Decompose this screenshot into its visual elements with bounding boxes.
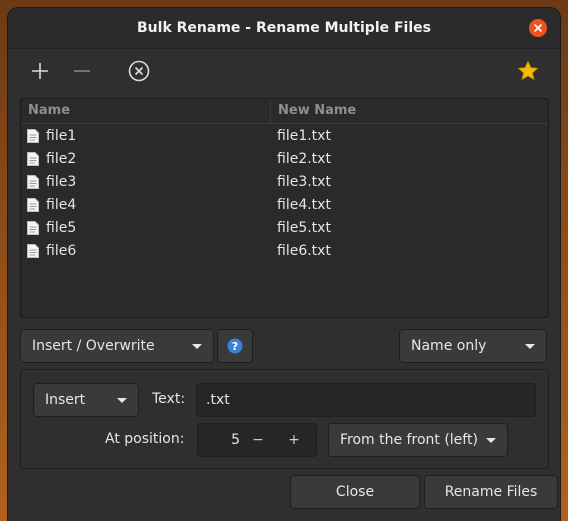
position-value[interactable]: 5	[198, 432, 240, 448]
new-name-cell: file6.txt	[277, 242, 331, 259]
scope-select-value: Name only	[411, 338, 487, 354]
favorite-button[interactable]	[514, 57, 542, 85]
file-name-cell: file1	[21, 128, 271, 144]
text-file-icon	[27, 197, 39, 212]
list-header: Name New Name	[21, 99, 548, 124]
file-name: file3	[46, 173, 77, 190]
rename-files-button-label: Rename Files	[444, 484, 538, 500]
chevron-down-icon	[525, 343, 535, 349]
text-file-icon	[27, 174, 39, 189]
file-list[interactable]: Name New Name file1 file1.txt file2 file2.t…	[20, 98, 549, 318]
chevron-down-icon	[192, 343, 202, 349]
decrement-button[interactable]: −	[240, 432, 276, 448]
position-label: At position:	[105, 431, 185, 447]
action-select-value: Insert	[45, 392, 86, 408]
table-row[interactable]: file2 file2.txt	[21, 147, 548, 170]
chevron-down-icon	[117, 397, 127, 403]
file-name-cell: file5	[21, 220, 271, 236]
table-row[interactable]: file1 file1.txt	[21, 124, 548, 147]
scope-select[interactable]: Name only	[399, 329, 547, 363]
close-window-button[interactable]	[529, 19, 547, 37]
toolbar	[8, 49, 560, 93]
column-header-new-name[interactable]: New Name	[271, 99, 356, 123]
close-button[interactable]: Close	[290, 475, 420, 509]
text-input-value: .txt	[206, 392, 230, 408]
clear-list-button[interactable]	[125, 57, 153, 85]
help-icon: ?	[227, 338, 243, 354]
file-name: file1	[46, 127, 77, 144]
new-name-cell: file4.txt	[277, 196, 331, 213]
new-name-cell: file3.txt	[277, 173, 331, 190]
table-row[interactable]: file6 file6.txt	[21, 239, 548, 262]
new-name-cell: file5.txt	[277, 219, 331, 236]
close-icon	[534, 24, 542, 32]
help-button[interactable]: ?	[217, 329, 253, 363]
rename-files-button[interactable]: Rename Files	[424, 475, 558, 509]
file-name: file6	[46, 242, 77, 259]
action-select[interactable]: Insert	[33, 383, 139, 417]
mode-select-value: Insert / Overwrite	[32, 338, 155, 354]
mode-select[interactable]: Insert / Overwrite	[20, 329, 214, 363]
increment-button[interactable]: +	[276, 432, 312, 448]
direction-select-value: From the front (left)	[340, 432, 478, 448]
text-file-icon	[27, 243, 39, 258]
title-bar: Bulk Rename - Rename Multiple Files	[8, 8, 560, 49]
add-files-button[interactable]	[26, 57, 54, 85]
close-button-label: Close	[335, 484, 375, 500]
circle-x-icon	[128, 60, 150, 82]
file-name: file4	[46, 196, 77, 213]
file-name: file5	[46, 219, 77, 236]
file-name-cell: file3	[21, 174, 271, 190]
star-icon	[517, 60, 539, 81]
column-header-name[interactable]: Name	[21, 99, 271, 123]
file-name-cell: file2	[21, 151, 271, 167]
text-file-icon	[27, 128, 39, 143]
svg-text:?: ?	[232, 340, 238, 353]
minus-icon	[74, 70, 90, 72]
bulk-rename-window: Bulk Rename - Rename Multiple Files Name…	[8, 8, 560, 521]
text-label: Text:	[152, 391, 186, 407]
table-row[interactable]: file5 file5.txt	[21, 216, 548, 239]
file-name-cell: file6	[21, 243, 271, 259]
remove-files-button[interactable]	[68, 57, 96, 85]
table-row[interactable]: file4 file4.txt	[21, 193, 548, 216]
file-name-cell: file4	[21, 197, 271, 213]
text-file-icon	[27, 151, 39, 166]
table-row[interactable]: file3 file3.txt	[21, 170, 548, 193]
plus-icon	[32, 63, 48, 79]
text-file-icon	[27, 220, 39, 235]
new-name-cell: file2.txt	[277, 150, 331, 167]
position-spinner[interactable]: 5 − +	[197, 423, 317, 457]
file-name: file2	[46, 150, 77, 167]
options-panel: Insert Text: .txt At position: 5 − + Fro…	[20, 369, 549, 469]
text-input[interactable]: .txt	[196, 383, 536, 417]
window-title: Bulk Rename - Rename Multiple Files	[137, 20, 431, 36]
chevron-down-icon	[486, 437, 496, 443]
direction-select[interactable]: From the front (left)	[328, 423, 508, 457]
new-name-cell: file1.txt	[277, 127, 331, 144]
